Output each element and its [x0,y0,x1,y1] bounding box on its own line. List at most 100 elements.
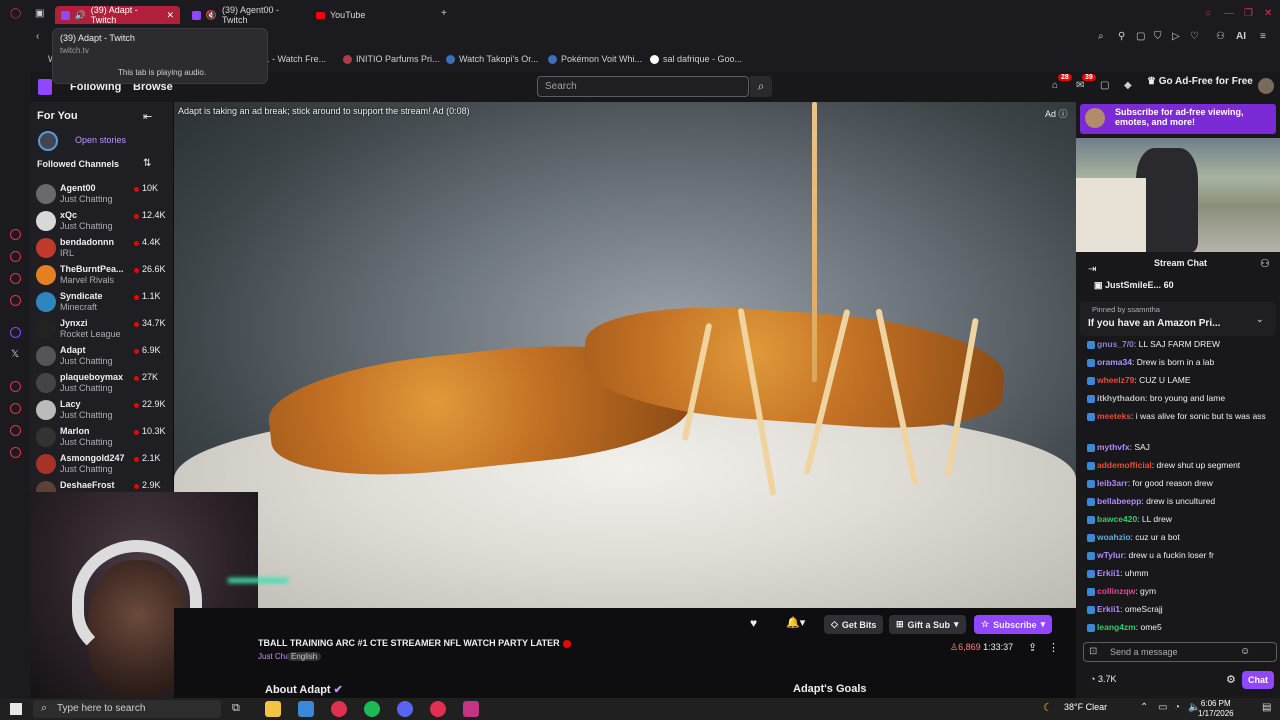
notification-bell-icon[interactable]: 🔔▾ [786,616,805,629]
search-tabs-icon[interactable]: ○ [1205,8,1211,19]
back-icon[interactable]: ‹ [36,31,39,42]
sidebar-item-marlon[interactable]: Marlon Just Chatting 10.3K [36,425,166,451]
play-icon[interactable]: ▷ [1172,31,1180,42]
music-app-icon[interactable] [463,701,479,717]
sidebar-item-xqc[interactable]: xQc Just Chatting 12.4K [36,209,166,235]
discord-icon[interactable] [397,701,413,717]
chat-username[interactable]: bellabeepp [1097,496,1141,506]
chat-username[interactable]: addemofficial [1097,460,1152,470]
chat-username[interactable]: orama34 [1097,357,1132,367]
chat-username[interactable]: wTylur [1097,550,1124,560]
subscribe-button[interactable]: ☆ Subscribe ▾ [974,615,1053,634]
avatar[interactable] [1258,78,1274,94]
tab-youtube[interactable]: YouTube [310,6,430,24]
chat-username[interactable]: mythvfx [1097,442,1130,452]
wifi-icon[interactable]: ◔ [1174,702,1180,713]
chat-settings-icon[interactable]: ⚙ [1226,673,1236,686]
bookmark-4[interactable]: Watch Takopi's Or... [446,54,538,64]
whispers-icon[interactable]: ▢ [1100,80,1109,91]
minimize-icon[interactable]: — [1224,8,1234,19]
bookmark-2[interactable]: ... - Watch Fre... [262,54,326,64]
chat-username[interactable]: Erkii1 [1097,604,1120,614]
zoom-icon[interactable]: ⌕ [1098,31,1104,42]
go-ad-free-button[interactable]: ♛ Go Ad-Free for Free [1147,76,1253,87]
chat-username[interactable]: leib3arr [1097,478,1128,488]
profile-icon[interactable]: ⚇ [1216,31,1225,42]
sidebar-item-lacy[interactable]: Lacy Just Chatting 22.9K [36,398,166,424]
snapshot-icon[interactable]: ▢ [1136,31,1145,42]
windows-start-icon[interactable] [10,703,22,715]
more-icon[interactable] [10,447,21,458]
sort-icon[interactable]: ⇅ [143,158,151,169]
close-window-icon[interactable]: ✕ [1264,8,1272,19]
chat-username[interactable]: wheelz79 [1097,375,1134,385]
channel-points[interactable]: ◔ 3.7K [1090,674,1116,684]
twitch-logo-icon[interactable] [38,79,52,95]
tab-adapt[interactable]: 🔊 (39) Adapt - Twitch ✕ [55,5,180,25]
search-input[interactable]: Search [537,76,749,97]
chat-username[interactable]: meeteks [1097,411,1131,421]
users-icon[interactable]: ⚇ [1260,257,1270,270]
bookmark-3[interactable]: INITIO Parfums Pri... [343,54,440,64]
sidebar-item-asmongold247[interactable]: Asmongold247 Just Chatting 2.1K [36,452,164,478]
subscribe-promo-banner[interactable]: Subscribe for ad-free viewing, emotes, a… [1080,104,1276,134]
bookmark-6[interactable]: sal dafrique - Goo... [650,54,742,64]
history-icon[interactable] [10,229,21,240]
music-icon[interactable] [10,295,21,306]
chat-username[interactable]: bawce420 [1097,514,1137,524]
more-options-icon[interactable]: ⋮ [1048,641,1059,654]
opera-taskbar-icon[interactable] [331,701,347,717]
language-tag[interactable]: English [287,652,322,661]
spotify-icon[interactable] [364,701,380,717]
x-icon[interactable]: 𝕏 [11,349,19,360]
inbox-icon[interactable]: ✉ [1076,80,1084,91]
collapse-icon[interactable]: ⇤ [143,110,152,123]
sidebar-item-theburntpea[interactable]: TheBurntPea... Marvel Rivals 26.6K [36,263,166,289]
get-bits-button[interactable]: ◇ Get Bits [824,615,884,634]
mini-player[interactable] [1076,138,1280,252]
emote-icon[interactable]: ☺ [1240,646,1250,657]
workspaces-icon[interactable]: ▣ [35,8,44,19]
new-tab-icon[interactable]: + [441,8,447,19]
bits-icon[interactable]: ◆ [1124,80,1132,91]
sidebar-item-plaqueboymax[interactable]: plaqueboymax Just Chatting 27K [36,371,164,397]
opera-gx-icon[interactable] [430,701,446,717]
chat-send-button[interactable]: Chat [1242,671,1274,689]
sidebar-item-syndicate[interactable]: Syndicate Minecraft 1.1K [36,290,164,316]
follow-heart-icon[interactable]: ♥ [750,616,757,630]
menu-icon[interactable]: ≡ [1260,31,1266,42]
store-icon[interactable] [298,701,314,717]
chat-username[interactable]: leang4zm [1097,622,1136,632]
audio-icon[interactable]: 🔊 [75,10,86,21]
task-view-icon[interactable]: ⧉ [232,702,240,715]
shield-icon[interactable]: ⛉ [1154,31,1162,42]
tiktok-icon[interactable] [10,381,21,392]
ai-icon[interactable]: AI [1236,31,1246,42]
pinned-message[interactable]: Pinned by ssamntha If you have an Amazon… [1080,302,1276,336]
bits-chat-icon[interactable]: ⊡ [1089,646,1097,657]
opera-logo-icon[interactable]: ◯ [10,8,21,19]
chat-username[interactable]: itkhythadon [1097,393,1145,403]
clock[interactable]: 6:06 PM 1/17/2026 [1198,699,1234,719]
notifications-icon[interactable]: ⌂ [1052,80,1058,91]
heart-icon[interactable] [10,403,21,414]
collapse-chat-icon[interactable]: ⇥ [1088,264,1096,275]
battery-icon[interactable]: ▭ [1158,702,1167,713]
close-icon[interactable]: ✕ [166,10,174,21]
chat-username[interactable]: collinzqw [1097,586,1135,596]
sidebar-item-agent00[interactable]: Agent00 Just Chatting 10K [36,182,164,208]
open-stories-link[interactable]: Open stories [75,135,126,145]
sidebar-item-adapt[interactable]: Adapt Just Chatting 6.9K [36,344,164,370]
notification-center-icon[interactable]: ▤ [1262,702,1271,713]
video-player[interactable] [174,102,1076,608]
instagram-icon[interactable] [10,273,21,284]
file-explorer-icon[interactable] [265,701,281,717]
opera-icon[interactable] [10,251,21,262]
tab-agent00[interactable]: 🔇 (39) Agent00 - Twitch [186,5,311,25]
settings-icon[interactable] [10,425,21,436]
share-icon[interactable]: ⇪ [1028,641,1037,654]
chevron-down-icon[interactable]: ⌄ [1256,314,1264,325]
sidebar-item-jynxzi[interactable]: Jynxzi Rocket League 34.7K [36,317,166,343]
sidebar-item-bendadonnn[interactable]: bendadonnn IRL 4.4K [36,236,164,262]
taskbar-search[interactable]: ⌕ Type here to search [33,700,221,718]
